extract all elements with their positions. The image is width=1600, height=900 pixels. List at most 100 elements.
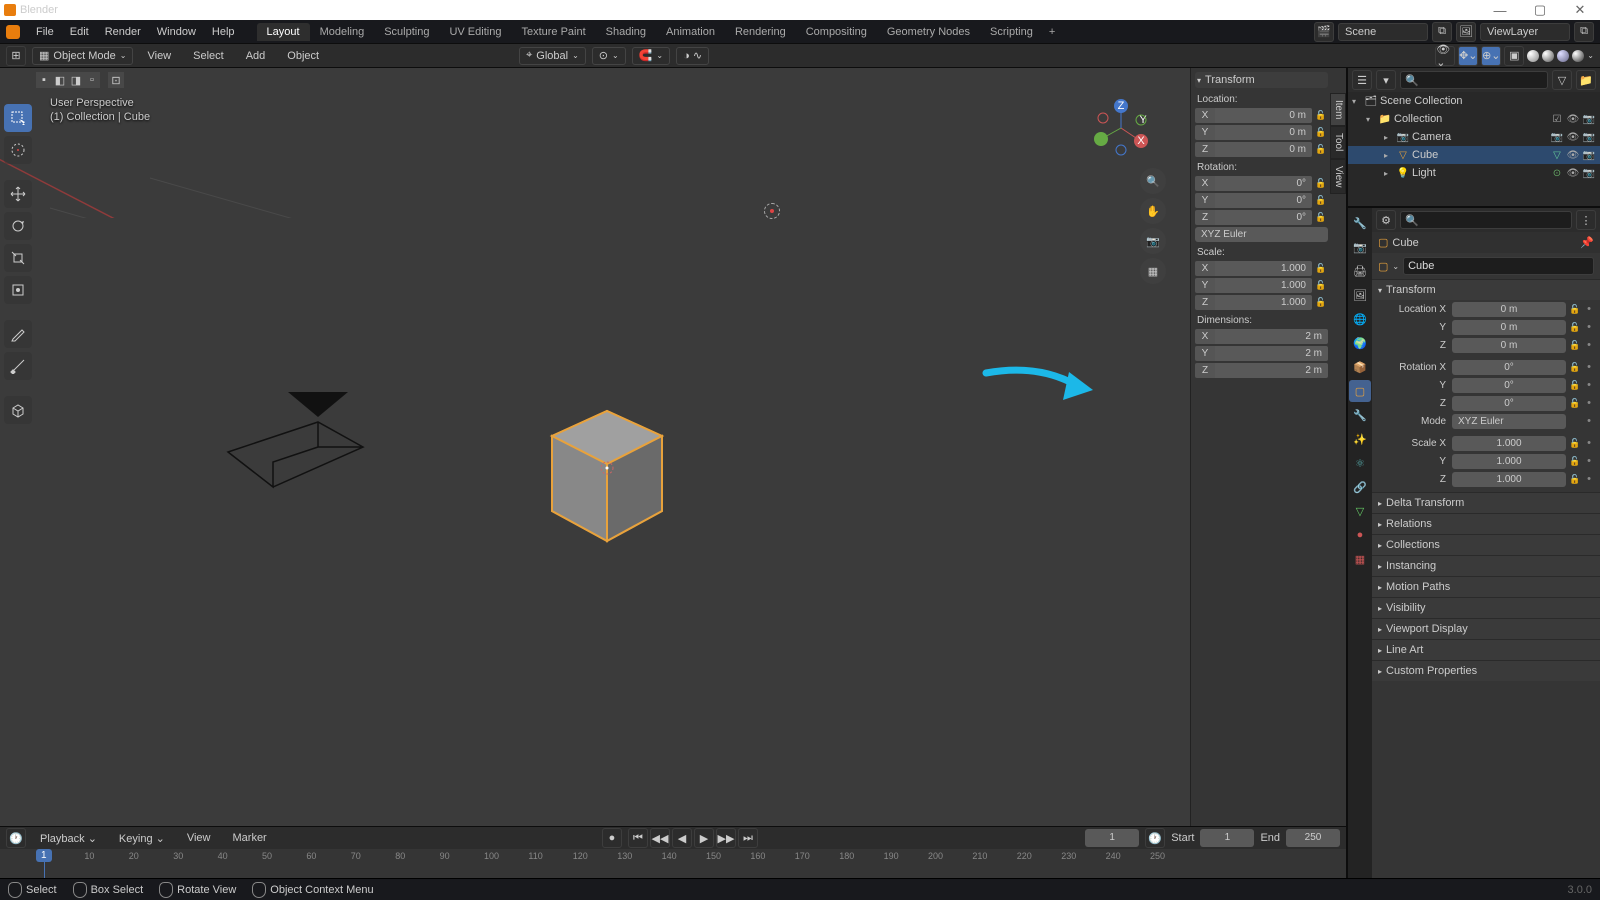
cube-object[interactable] xyxy=(542,396,672,546)
npanel-transform-header[interactable]: Transform xyxy=(1195,72,1328,88)
tab-compositing[interactable]: Compositing xyxy=(796,23,877,41)
shading-wireframe[interactable] xyxy=(1527,50,1539,62)
end-frame[interactable]: 250 xyxy=(1286,829,1340,847)
ptab-collection[interactable]: 📦 xyxy=(1349,356,1371,378)
ntab-item[interactable]: Item xyxy=(1330,93,1346,126)
tab-rendering[interactable]: Rendering xyxy=(725,23,796,41)
start-frame[interactable]: 1 xyxy=(1200,829,1254,847)
ptab-constraints[interactable]: 🔗 xyxy=(1349,476,1371,498)
scene-browse-icon[interactable]: 🎬 xyxy=(1314,22,1334,42)
ptab-texture[interactable]: ▦ xyxy=(1349,548,1371,570)
selmode-1[interactable]: ▪ xyxy=(36,72,52,88)
tab-geometrynodes[interactable]: Geometry Nodes xyxy=(877,23,980,41)
pscale-z[interactable]: 1.000 xyxy=(1452,472,1566,487)
rot-x[interactable]: 0° xyxy=(1215,176,1312,191)
minimize-button[interactable]: — xyxy=(1480,0,1520,20)
ploc-x[interactable]: 0 m xyxy=(1452,302,1566,317)
jump-end-icon[interactable]: ⏭ xyxy=(738,828,758,848)
tool-select-box[interactable] xyxy=(4,104,32,132)
sp-collections[interactable]: Collections xyxy=(1372,535,1600,555)
dim-z[interactable]: 2 m xyxy=(1215,363,1328,378)
sp-lineart[interactable]: Line Art xyxy=(1372,640,1600,660)
tool-measure[interactable] xyxy=(4,352,32,380)
outliner-new-collection-icon[interactable]: 📁 xyxy=(1576,70,1596,90)
ploc-y[interactable]: 0 m xyxy=(1452,320,1566,335)
nav-zoom-icon[interactable]: 🔍 xyxy=(1140,168,1166,194)
orientation-dropdown[interactable]: ⌖ Global ⌄ xyxy=(519,47,586,65)
tab-layout[interactable]: Layout xyxy=(257,23,310,41)
sp-visibility[interactable]: Visibility xyxy=(1372,598,1600,618)
viewlayer-new-button[interactable]: ⧉ xyxy=(1574,22,1594,42)
rot-z[interactable]: 0° xyxy=(1215,210,1312,225)
gizmo-toggle-icon[interactable]: ✥⌄ xyxy=(1458,46,1478,66)
play-rev-icon[interactable]: ◀ xyxy=(672,828,692,848)
vp-menu-view[interactable]: View xyxy=(139,47,179,65)
nav-persp-icon[interactable]: ▦ xyxy=(1140,258,1166,284)
proportional-dropdown[interactable]: ◑ ∿ xyxy=(676,47,709,65)
selmode-2[interactable]: ◧ xyxy=(52,72,68,88)
tab-texturepaint[interactable]: Texture Paint xyxy=(511,23,595,41)
nav-camera-icon[interactable]: 📷 xyxy=(1140,228,1166,254)
next-key-icon[interactable]: ▶▶ xyxy=(716,828,736,848)
props-editor-icon[interactable]: ⚙ xyxy=(1376,210,1396,230)
current-frame[interactable]: 1 xyxy=(1085,829,1139,847)
scene-new-button[interactable]: ⧉ xyxy=(1432,22,1452,42)
menu-help[interactable]: Help xyxy=(204,23,243,41)
tl-playback[interactable]: Playback ⌄ xyxy=(32,829,105,848)
blender-icon[interactable] xyxy=(6,25,20,39)
ptab-scene[interactable]: 🌐 xyxy=(1349,308,1371,330)
pscale-y[interactable]: 1.000 xyxy=(1452,454,1566,469)
overlay-toggle-icon[interactable]: ⊕⌄ xyxy=(1481,46,1501,66)
maximize-button[interactable]: ▢ xyxy=(1520,0,1560,20)
prot-x[interactable]: 0° xyxy=(1452,360,1566,375)
viewlayer-browse-icon[interactable]: 🖼 xyxy=(1456,22,1476,42)
scale-y[interactable]: 1.000 xyxy=(1215,278,1312,293)
menu-file[interactable]: File xyxy=(28,23,62,41)
selmode-3[interactable]: ◨ xyxy=(68,72,84,88)
playhead[interactable] xyxy=(44,849,45,878)
object-name-input[interactable] xyxy=(1403,257,1594,275)
snap-dropdown[interactable]: 🧲⌄ xyxy=(632,47,670,65)
outliner-display-icon[interactable]: ▾ xyxy=(1376,70,1396,90)
tl-view[interactable]: View xyxy=(179,829,219,847)
rot-mode[interactable]: XYZ Euler xyxy=(1195,227,1328,242)
scale-x[interactable]: 1.000 xyxy=(1215,261,1312,276)
tl-keying[interactable]: Keying ⌄ xyxy=(111,829,173,848)
tool-scale[interactable] xyxy=(4,244,32,272)
3d-viewport[interactable]: ▪ ◧ ◨ ▫ ⊡ User Perspective (1) Collectio… xyxy=(0,68,1346,826)
tab-uvediting[interactable]: UV Editing xyxy=(439,23,511,41)
menu-render[interactable]: Render xyxy=(97,23,149,41)
outliner-editor-icon[interactable]: ☰ xyxy=(1352,70,1372,90)
tool-annotate[interactable] xyxy=(4,320,32,348)
dim-x[interactable]: 2 m xyxy=(1215,329,1328,344)
viewlayer-name-input[interactable]: ViewLayer xyxy=(1480,23,1570,41)
menu-window[interactable]: Window xyxy=(149,23,204,41)
mode-dropdown[interactable]: ▦ Object Mode ⌄ xyxy=(32,47,133,65)
ptab-material[interactable]: ● xyxy=(1349,524,1371,546)
jump-start-icon[interactable]: ⏮ xyxy=(628,828,648,848)
sp-motionpaths[interactable]: Motion Paths xyxy=(1372,577,1600,597)
tool-move[interactable] xyxy=(4,180,32,208)
vp-menu-object[interactable]: Object xyxy=(279,47,327,65)
props-search[interactable]: 🔍 xyxy=(1400,211,1572,229)
ptab-world[interactable]: 🌍 xyxy=(1349,332,1371,354)
ptab-particles[interactable]: ✨ xyxy=(1349,428,1371,450)
timeline-track[interactable]: 0102030405060708090100110120130140150160… xyxy=(0,849,1346,878)
selmode-5[interactable]: ⊡ xyxy=(108,72,124,88)
prot-y[interactable]: 0° xyxy=(1452,378,1566,393)
nav-pan-icon[interactable]: ✋ xyxy=(1140,198,1166,224)
prop-transform-header[interactable]: Transform xyxy=(1372,280,1600,300)
timeline-editor-icon[interactable]: 🕐 xyxy=(6,828,26,848)
tab-scripting[interactable]: Scripting xyxy=(980,23,1043,41)
tree-scene-collection[interactable]: ▾🗂Scene Collection xyxy=(1348,92,1600,110)
shading-rendered[interactable] xyxy=(1572,50,1584,62)
ptab-data[interactable]: ▽ xyxy=(1349,500,1371,522)
outliner-search[interactable]: 🔍 xyxy=(1400,71,1548,89)
sp-relations[interactable]: Relations xyxy=(1372,514,1600,534)
loc-y[interactable]: 0 m xyxy=(1215,125,1312,140)
prot-mode[interactable]: XYZ Euler xyxy=(1452,414,1566,429)
ptab-tool[interactable]: 🔧 xyxy=(1349,212,1371,234)
nav-gizmo[interactable]: X Y Z xyxy=(1091,98,1151,158)
prev-key-icon[interactable]: ◀◀ xyxy=(650,828,670,848)
ptab-modifiers[interactable]: 🔧 xyxy=(1349,404,1371,426)
